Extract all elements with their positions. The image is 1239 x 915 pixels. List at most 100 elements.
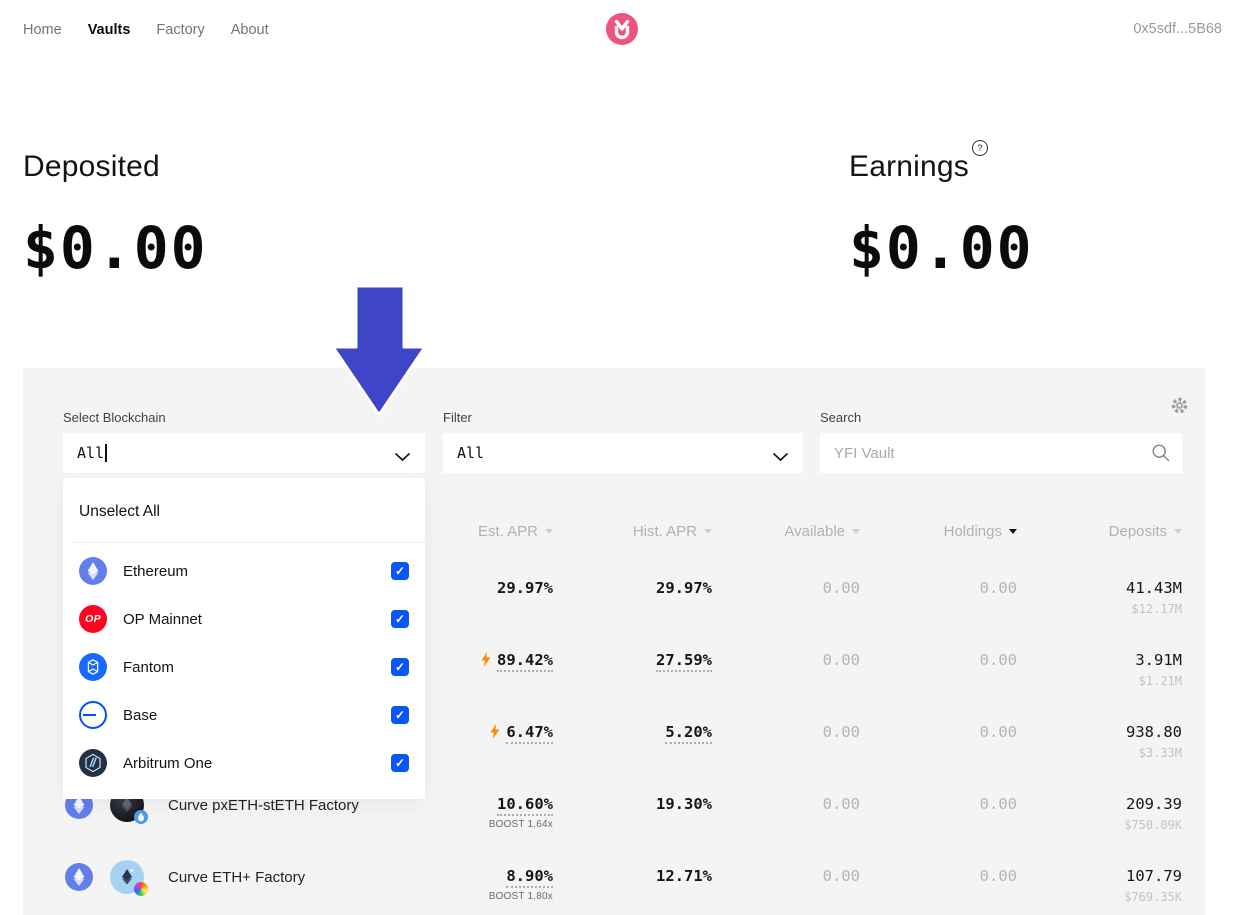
holdings-value: 0.00 <box>860 867 1017 886</box>
dropdown-item-base[interactable]: Base <box>63 691 425 739</box>
est-apr-value: 89.42% <box>497 651 553 672</box>
ethereum-chain-icon <box>65 863 93 891</box>
steth-badge-icon <box>134 810 148 824</box>
header-hist-apr[interactable]: Hist. APR <box>553 523 712 540</box>
category-select[interactable]: All <box>443 433 803 473</box>
hist-apr-value: 12.71% <box>656 867 712 885</box>
search-label: Search <box>820 410 1182 425</box>
earnings-label-text: Earnings <box>849 150 969 183</box>
hist-apr-value: 27.59% <box>656 651 712 672</box>
available-value: 0.00 <box>712 867 860 886</box>
hist-apr-value: 19.30% <box>656 795 712 813</box>
token-icon <box>110 860 144 894</box>
fantom-icon <box>79 653 107 681</box>
blockchain-filter-group: Select Blockchain All <box>63 410 425 473</box>
dropdown-item-ethereum[interactable]: Ethereum <box>63 547 425 595</box>
est-apr-value: 8.90% <box>506 867 553 888</box>
sort-arrow-icon <box>1174 529 1182 534</box>
header-deposits[interactable]: Deposits <box>1017 523 1182 540</box>
header-label: Est. APR <box>478 523 538 540</box>
boost-label: BOOST 1.80x <box>423 891 553 902</box>
blockchain-dropdown: Unselect All Ethereum OP OP Mainnet <box>63 478 425 799</box>
search-box <box>820 433 1182 473</box>
dropdown-item-fantom[interactable]: Fantom <box>63 643 425 691</box>
category-filter-group: Filter All <box>443 410 803 473</box>
deposits-value: 938.80 <box>1017 723 1182 742</box>
vaults-page: Home Vaults Factory About 0x5sdf...5B68 … <box>0 0 1239 915</box>
blockchain-filter-label: Select Blockchain <box>63 410 425 425</box>
sort-arrow-icon <box>545 529 553 534</box>
wallet-address[interactable]: 0x5sdf...5B68 <box>1133 21 1222 37</box>
holdings-value: 0.00 <box>860 723 1017 742</box>
sort-arrow-icon <box>852 529 860 534</box>
dropdown-item-label: Ethereum <box>123 563 188 580</box>
search-input[interactable] <box>834 445 1168 462</box>
sort-arrow-active-icon <box>1009 529 1017 534</box>
dropdown-divider <box>73 542 425 543</box>
est-apr-value: 29.97% <box>497 579 553 597</box>
dropdown-item-op-mainnet[interactable]: OP OP Mainnet <box>63 595 425 643</box>
available-value: 0.00 <box>712 579 860 598</box>
deposited-summary: Deposited $0.00 <box>23 150 208 282</box>
holdings-value: 0.00 <box>860 651 1017 670</box>
vault-name: Curve ETH+ Factory <box>168 869 305 886</box>
deposits-value: 41.43M <box>1017 579 1182 598</box>
boost-label: BOOST 1.64x <box>423 819 553 830</box>
dropdown-item-arbitrum-one[interactable]: Arbitrum One <box>63 739 425 787</box>
checkbox-checked[interactable] <box>391 754 409 772</box>
est-apr-value: 6.47% <box>506 723 553 744</box>
nav-factory[interactable]: Factory <box>156 22 204 38</box>
op-mainnet-icon: OP <box>79 605 107 633</box>
arbitrum-one-icon <box>79 749 107 777</box>
checkbox-checked[interactable] <box>391 562 409 580</box>
boost-bolt-icon <box>481 652 491 672</box>
lp-badge-icon <box>134 882 148 896</box>
holdings-value: 0.00 <box>860 579 1017 598</box>
unselect-all-option[interactable]: Unselect All <box>63 490 425 534</box>
help-icon[interactable]: ? <box>972 140 988 156</box>
yearn-logo-icon[interactable] <box>606 13 638 45</box>
holdings-value: 0.00 <box>860 795 1017 814</box>
deposited-label: Deposited <box>23 150 208 184</box>
nav-about[interactable]: About <box>231 22 269 38</box>
dropdown-item-label: Base <box>123 707 157 724</box>
vault-name: Curve pxETH-stETH Factory <box>168 797 359 814</box>
deposits-usd: $3.33M <box>1017 746 1182 760</box>
chevron-down-icon <box>394 449 411 467</box>
header-est-apr[interactable]: Est. APR <box>423 523 553 540</box>
dropdown-item-label: OP Mainnet <box>123 611 202 628</box>
deposits-usd: $1.21M <box>1017 674 1182 688</box>
header-available[interactable]: Available <box>712 523 860 540</box>
boost-bolt-icon <box>490 724 500 744</box>
deposits-usd: $769.35K <box>1017 890 1182 904</box>
header-label: Available <box>784 523 845 540</box>
nav-vaults[interactable]: Vaults <box>88 22 131 38</box>
deposits-usd: $12.17M <box>1017 602 1182 616</box>
earnings-label: Earnings? <box>849 150 1034 184</box>
checkbox-checked[interactable] <box>391 658 409 676</box>
checkbox-checked[interactable] <box>391 706 409 724</box>
category-select-value: All <box>457 444 484 463</box>
header-label: Holdings <box>944 523 1002 540</box>
checkbox-checked[interactable] <box>391 610 409 628</box>
deposits-value: 209.39 <box>1017 795 1182 814</box>
hist-apr-value: 5.20% <box>665 723 712 744</box>
est-apr-value: 10.60% <box>497 795 553 816</box>
sort-arrow-icon <box>704 529 712 534</box>
hist-apr-value: 29.97% <box>656 579 712 597</box>
nav-home[interactable]: Home <box>23 22 62 38</box>
deposits-value: 107.79 <box>1017 867 1182 886</box>
dropdown-item-label: Arbitrum One <box>123 755 212 772</box>
blockchain-select[interactable]: All <box>63 433 425 473</box>
header-holdings[interactable]: Holdings <box>860 523 1017 540</box>
earnings-summary: Earnings? $0.00 <box>849 150 1034 282</box>
deposits-value: 3.91M <box>1017 651 1182 670</box>
text-cursor <box>105 444 107 462</box>
base-icon <box>79 701 107 729</box>
available-value: 0.00 <box>712 651 860 670</box>
header-label: Hist. APR <box>633 523 697 540</box>
vaults-panel: Select Blockchain All Filter All Search <box>23 368 1205 915</box>
search-icon[interactable] <box>1151 443 1171 468</box>
earnings-value: $0.00 <box>849 214 1034 282</box>
table-row[interactable]: Curve ETH+ Factory 8.90% BOOST 1.80x 12.7… <box>23 841 1205 913</box>
